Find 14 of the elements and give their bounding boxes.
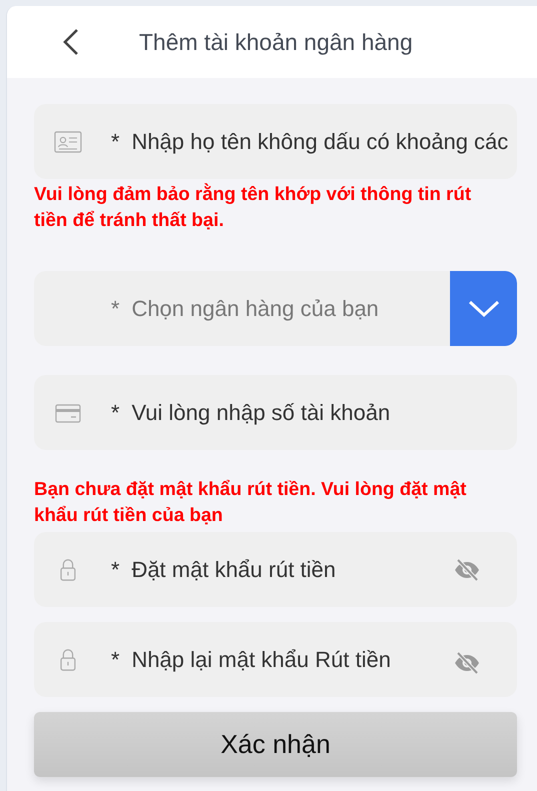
page-title: Thêm tài khoản ngân hàng bbox=[139, 28, 413, 56]
bank-select[interactable]: * Chọn ngân hàng của bạn bbox=[34, 271, 517, 346]
confirm-button[interactable]: Xác nhận bbox=[34, 712, 517, 777]
password-field[interactable]: * Nhập lại mật khẩu Rút tiền bbox=[34, 622, 517, 697]
eye-off-icon[interactable] bbox=[453, 651, 481, 675]
warning-message: Vui lòng đảm bảo rằng tên khớp với thông tin rút tiền để tránh thất bại. bbox=[34, 182, 472, 232]
password-field[interactable]: * Đặt mật khẩu rút tiền bbox=[34, 532, 517, 607]
input-field[interactable]: * Nhập họ tên không dấu có khoảng các bbox=[34, 104, 517, 179]
chevron-down-icon bbox=[468, 300, 500, 318]
warning-message: Bạn chưa đặt mật khẩu rút tiền. Vui lòng đặt mật khẩu rút tiền của bạn bbox=[34, 477, 468, 527]
eye-off-icon[interactable] bbox=[453, 558, 481, 582]
dropdown-button[interactable] bbox=[450, 271, 517, 346]
id-card-icon bbox=[54, 130, 82, 154]
input-field[interactable]: * Vui lòng nhập số tài khoản bbox=[34, 375, 517, 450]
